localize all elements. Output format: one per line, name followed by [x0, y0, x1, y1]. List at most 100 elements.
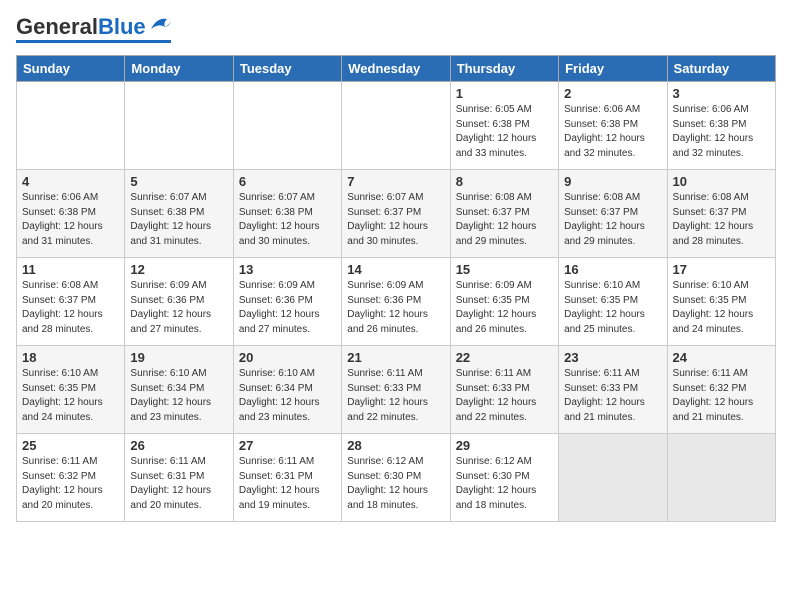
- calendar-week-row: 4Sunrise: 6:06 AM Sunset: 6:38 PM Daylig…: [17, 170, 776, 258]
- day-of-week-header: Monday: [125, 56, 233, 82]
- day-of-week-header: Tuesday: [233, 56, 341, 82]
- day-info: Sunrise: 6:07 AM Sunset: 6:38 PM Dayligh…: [239, 191, 336, 249]
- day-number: 19: [130, 350, 227, 365]
- calendar-cell: 4Sunrise: 6:06 AM Sunset: 6:38 PM Daylig…: [17, 170, 125, 258]
- days-of-week-row: SundayMondayTuesdayWednesdayThursdayFrid…: [17, 56, 776, 82]
- day-info: Sunrise: 6:11 AM Sunset: 6:31 PM Dayligh…: [239, 455, 336, 513]
- day-info: Sunrise: 6:08 AM Sunset: 6:37 PM Dayligh…: [564, 191, 661, 249]
- calendar-cell: [667, 434, 775, 522]
- day-info: Sunrise: 6:10 AM Sunset: 6:34 PM Dayligh…: [130, 367, 227, 425]
- calendar-cell: 2 Sunrise: 6:06 AM Sunset: 6:38 PM Daylig…: [559, 82, 667, 170]
- day-info: Sunrise: 6:08 AM Sunset: 6:37 PM Dayligh…: [456, 191, 553, 249]
- day-number: 14: [347, 262, 444, 277]
- day-of-week-header: Wednesday: [342, 56, 450, 82]
- calendar-cell: 5Sunrise: 6:07 AM Sunset: 6:38 PM Daylig…: [125, 170, 233, 258]
- logo-text: GeneralBlue: [16, 16, 146, 38]
- page-header: GeneralBlue: [16, 16, 776, 43]
- day-number: 21: [347, 350, 444, 365]
- logo: GeneralBlue: [16, 16, 171, 43]
- day-info: Sunrise: 6:06 AM Sunset: 6:38 PM Dayligh…: [22, 191, 119, 249]
- calendar-cell: 28 Sunrise: 6:12 AM Sunset: 6:30 PM Dayli…: [342, 434, 450, 522]
- calendar-cell: 18Sunrise: 6:10 AM Sunset: 6:35 PM Dayli…: [17, 346, 125, 434]
- calendar-cell: 17Sunrise: 6:10 AM Sunset: 6:35 PM Dayli…: [667, 258, 775, 346]
- calendar-cell: 11Sunrise: 6:08 AM Sunset: 6:37 PM Dayli…: [17, 258, 125, 346]
- day-info: Sunrise: 6:11 AM Sunset: 6:32 PM Dayligh…: [22, 455, 119, 513]
- calendar-cell: 21 Sunrise: 6:11 AM Sunset: 6:33 PM Dayli…: [342, 346, 450, 434]
- day-info: Sunrise: 6:11 AM Sunset: 6:33 PM Dayligh…: [456, 367, 553, 425]
- day-info: Sunrise: 6:12 AM Sunset: 6:30 PM Dayligh…: [347, 455, 444, 513]
- day-of-week-header: Friday: [559, 56, 667, 82]
- day-number: 22: [456, 350, 553, 365]
- logo-general: General: [16, 14, 98, 39]
- day-number: 12: [130, 262, 227, 277]
- day-info: Sunrise: 6:09 AM Sunset: 6:36 PM Dayligh…: [239, 279, 336, 337]
- day-info: Sunrise: 6:07 AM Sunset: 6:37 PM Dayligh…: [347, 191, 444, 249]
- calendar-cell: 24 Sunrise: 6:11 AM Sunset: 6:32 PM Dayli…: [667, 346, 775, 434]
- day-number: 25: [22, 438, 119, 453]
- day-number: 27: [239, 438, 336, 453]
- calendar-cell: 6 Sunrise: 6:07 AM Sunset: 6:38 PM Daylig…: [233, 170, 341, 258]
- day-number: 1: [456, 86, 553, 101]
- calendar-week-row: 18Sunrise: 6:10 AM Sunset: 6:35 PM Dayli…: [17, 346, 776, 434]
- day-info: Sunrise: 6:09 AM Sunset: 6:36 PM Dayligh…: [347, 279, 444, 337]
- day-info: Sunrise: 6:12 AM Sunset: 6:30 PM Dayligh…: [456, 455, 553, 513]
- day-number: 23: [564, 350, 661, 365]
- calendar-cell: 29Sunrise: 6:12 AM Sunset: 6:30 PM Dayli…: [450, 434, 558, 522]
- logo-bird-icon: [149, 15, 171, 33]
- calendar-cell: 22 Sunrise: 6:11 AM Sunset: 6:33 PM Dayli…: [450, 346, 558, 434]
- calendar-cell: 1 Sunrise: 6:05 AM Sunset: 6:38 PM Daylig…: [450, 82, 558, 170]
- day-of-week-header: Thursday: [450, 56, 558, 82]
- day-info: Sunrise: 6:08 AM Sunset: 6:37 PM Dayligh…: [673, 191, 770, 249]
- calendar-cell: 27 Sunrise: 6:11 AM Sunset: 6:31 PM Dayli…: [233, 434, 341, 522]
- calendar-body: 1 Sunrise: 6:05 AM Sunset: 6:38 PM Daylig…: [17, 82, 776, 522]
- calendar-cell: 3Sunrise: 6:06 AM Sunset: 6:38 PM Daylig…: [667, 82, 775, 170]
- day-number: 26: [130, 438, 227, 453]
- day-number: 8: [456, 174, 553, 189]
- logo-blue: Blue: [98, 14, 146, 39]
- calendar-header: SundayMondayTuesdayWednesdayThursdayFrid…: [17, 56, 776, 82]
- logo-underline: [16, 40, 171, 43]
- day-info: Sunrise: 6:06 AM Sunset: 6:38 PM Dayligh…: [673, 103, 770, 161]
- calendar-cell: [233, 82, 341, 170]
- day-number: 5: [130, 174, 227, 189]
- day-info: Sunrise: 6:11 AM Sunset: 6:33 PM Dayligh…: [564, 367, 661, 425]
- day-number: 6: [239, 174, 336, 189]
- day-number: 24: [673, 350, 770, 365]
- calendar-week-row: 25 Sunrise: 6:11 AM Sunset: 6:32 PM Dayli…: [17, 434, 776, 522]
- calendar-cell: 19 Sunrise: 6:10 AM Sunset: 6:34 PM Dayli…: [125, 346, 233, 434]
- calendar-cell: 13Sunrise: 6:09 AM Sunset: 6:36 PM Dayli…: [233, 258, 341, 346]
- day-number: 10: [673, 174, 770, 189]
- calendar-cell: [125, 82, 233, 170]
- day-number: 7: [347, 174, 444, 189]
- calendar-cell: [342, 82, 450, 170]
- day-info: Sunrise: 6:11 AM Sunset: 6:33 PM Dayligh…: [347, 367, 444, 425]
- day-number: 20: [239, 350, 336, 365]
- calendar-cell: 10 Sunrise: 6:08 AM Sunset: 6:37 PM Dayli…: [667, 170, 775, 258]
- calendar-cell: 25 Sunrise: 6:11 AM Sunset: 6:32 PM Dayli…: [17, 434, 125, 522]
- day-of-week-header: Sunday: [17, 56, 125, 82]
- calendar-cell: 7 Sunrise: 6:07 AM Sunset: 6:37 PM Daylig…: [342, 170, 450, 258]
- calendar-cell: 15 Sunrise: 6:09 AM Sunset: 6:35 PM Dayli…: [450, 258, 558, 346]
- calendar-cell: 9 Sunrise: 6:08 AM Sunset: 6:37 PM Daylig…: [559, 170, 667, 258]
- calendar-cell: 12Sunrise: 6:09 AM Sunset: 6:36 PM Dayli…: [125, 258, 233, 346]
- calendar-cell: 20 Sunrise: 6:10 AM Sunset: 6:34 PM Dayli…: [233, 346, 341, 434]
- day-info: Sunrise: 6:10 AM Sunset: 6:35 PM Dayligh…: [564, 279, 661, 337]
- day-info: Sunrise: 6:09 AM Sunset: 6:35 PM Dayligh…: [456, 279, 553, 337]
- calendar-cell: 26Sunrise: 6:11 AM Sunset: 6:31 PM Dayli…: [125, 434, 233, 522]
- calendar-cell: [17, 82, 125, 170]
- day-number: 28: [347, 438, 444, 453]
- calendar-cell: 16 Sunrise: 6:10 AM Sunset: 6:35 PM Dayli…: [559, 258, 667, 346]
- day-number: 15: [456, 262, 553, 277]
- day-info: Sunrise: 6:05 AM Sunset: 6:38 PM Dayligh…: [456, 103, 553, 161]
- day-info: Sunrise: 6:10 AM Sunset: 6:35 PM Dayligh…: [673, 279, 770, 337]
- calendar-week-row: 11Sunrise: 6:08 AM Sunset: 6:37 PM Dayli…: [17, 258, 776, 346]
- day-number: 18: [22, 350, 119, 365]
- day-number: 2: [564, 86, 661, 101]
- day-number: 16: [564, 262, 661, 277]
- day-info: Sunrise: 6:06 AM Sunset: 6:38 PM Dayligh…: [564, 103, 661, 161]
- calendar-cell: 8 Sunrise: 6:08 AM Sunset: 6:37 PM Daylig…: [450, 170, 558, 258]
- day-info: Sunrise: 6:11 AM Sunset: 6:32 PM Dayligh…: [673, 367, 770, 425]
- day-info: Sunrise: 6:10 AM Sunset: 6:34 PM Dayligh…: [239, 367, 336, 425]
- calendar-cell: [559, 434, 667, 522]
- day-number: 9: [564, 174, 661, 189]
